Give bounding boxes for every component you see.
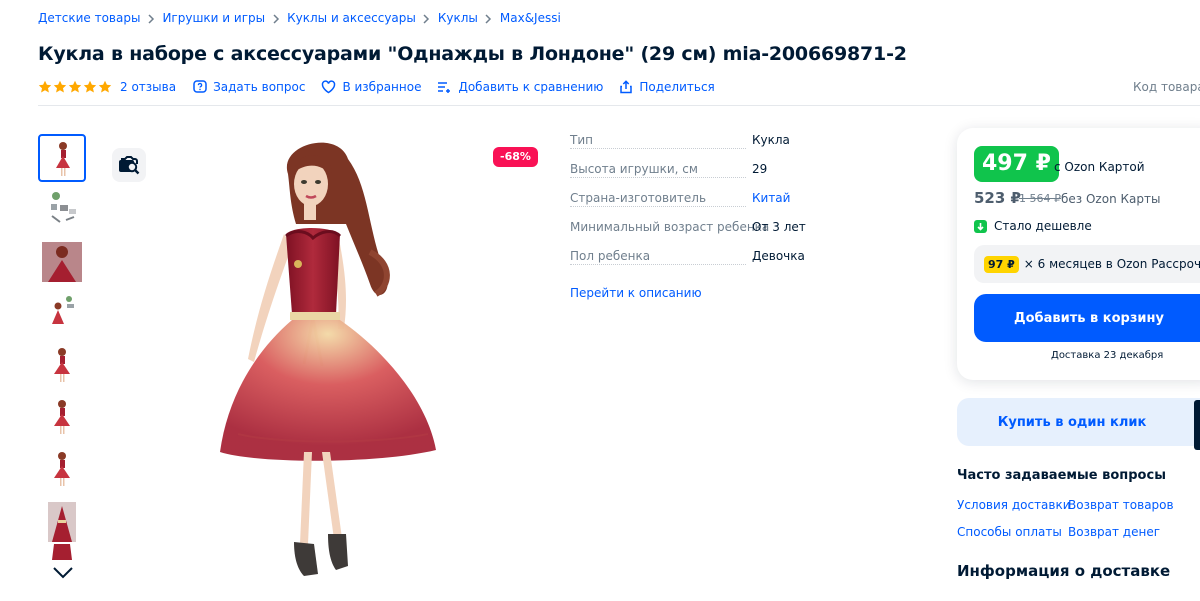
sku-label: Код товара: <box>1133 80 1200 94</box>
spec-name: Минимальный возраст ребенка <box>570 220 770 234</box>
favorite-button[interactable]: В избранное <box>321 80 421 94</box>
spec-name: Высота игрушки, см <box>570 162 698 176</box>
question-icon <box>193 80 207 93</box>
ozon-card-price: 497 ₽ <box>974 146 1059 182</box>
thumbnail-item[interactable] <box>38 186 86 234</box>
visual-search-button[interactable] <box>112 148 146 182</box>
star-icon <box>83 80 97 93</box>
price-drop-label: Стало дешевле <box>994 219 1092 233</box>
chevron-right-icon <box>416 12 438 25</box>
price-card: 497 ₽ с Ozon Картой 523 ₽ 1 564 ₽ без Oz… <box>957 128 1200 380</box>
ask-question-button[interactable]: Задать вопрос <box>193 80 305 94</box>
spec-value: Девочка <box>752 249 805 263</box>
scroll-edge-handle <box>1194 400 1200 450</box>
breadcrumb-item-dolls[interactable]: Куклы <box>438 11 478 25</box>
spec-dotted-leader <box>570 264 746 265</box>
spec-dotted-leader <box>570 148 746 149</box>
chevron-down-icon[interactable] <box>52 566 74 580</box>
doll-closeup-thumbnail-image <box>42 242 82 282</box>
faq-title: Часто задаваемые вопросы <box>957 468 1166 483</box>
arrow-down-icon <box>974 219 987 233</box>
thumbnail-item[interactable] <box>38 342 86 390</box>
doll-thumbnail-image <box>54 400 70 434</box>
spec-value: 29 <box>752 162 768 176</box>
old-price: 1 564 ₽ <box>1019 192 1061 205</box>
chevron-right-icon <box>265 12 287 25</box>
spec-name: Тип <box>570 133 593 147</box>
faq-link-delivery-terms[interactable]: Условия доставки <box>957 498 1071 512</box>
regular-price-note: без Ozon Карты <box>1061 192 1161 206</box>
heart-icon <box>322 80 336 94</box>
breadcrumb-item-dolls-accessories[interactable]: Куклы и аксессуары <box>287 11 416 25</box>
share-button[interactable]: Поделиться <box>619 80 715 94</box>
price-drop-note: Стало дешевле <box>974 219 1092 233</box>
star-icon <box>38 80 52 93</box>
spec-row: Страна-изготовитель Китай <box>570 191 790 207</box>
breadcrumb: Детские товары Игрушки и игры Куклы и ак… <box>38 10 561 26</box>
reviews-link[interactable]: 2 отзыва <box>120 80 176 94</box>
thumbnail-item[interactable] <box>38 498 86 546</box>
breadcrumb-item-children-goods[interactable]: Детские товары <box>38 11 140 25</box>
delivery-date: Доставка 23 декабря <box>1051 350 1164 361</box>
rating-stars[interactable] <box>38 80 112 94</box>
page-title: Кукла в наборе с аксессуарами "Однажды в… <box>38 43 907 65</box>
product-meta-row: 2 отзыва Задать вопрос В избранное Добав… <box>38 78 731 96</box>
go-to-description-link[interactable]: Перейти к описанию <box>570 286 702 300</box>
image-search-icon <box>119 156 140 175</box>
ask-question-label: Задать вопрос <box>213 80 306 94</box>
thumbnail-item[interactable] <box>38 238 86 286</box>
faq-link-refund[interactable]: Возврат денег <box>1068 525 1160 539</box>
product-main-image[interactable] <box>108 134 538 594</box>
spec-value: Кукла <box>752 133 790 147</box>
favorite-label: В избранное <box>342 80 422 94</box>
star-icon <box>98 80 112 93</box>
compare-button[interactable]: Добавить к сравнению <box>437 80 603 94</box>
dress-closeup-thumbnail-image <box>52 544 72 560</box>
installment-note: × 6 месяцев в Ozon Рассрочку <box>1023 257 1200 271</box>
header-divider <box>38 105 1200 106</box>
star-icon <box>68 80 82 93</box>
thumbnail-item[interactable] <box>38 290 86 338</box>
compare-label: Добавить к сравнению <box>458 80 604 94</box>
ozon-card-note: с Ozon Картой <box>1054 160 1145 174</box>
spec-name: Страна-изготовитель <box>570 191 707 205</box>
installment-offer[interactable]: 97 ₽ × 6 месяцев в Ozon Рассрочку <box>974 245 1200 283</box>
faq-link-payment-methods[interactable]: Способы оплаты <box>957 525 1062 539</box>
add-to-cart-button[interactable]: Добавить в корзину <box>974 294 1200 342</box>
doll-set-thumbnail-image <box>52 296 74 324</box>
installment-amount-badge: 97 ₽ <box>984 255 1019 273</box>
thumbnail-item[interactable] <box>38 446 86 494</box>
spec-dotted-leader <box>570 177 746 178</box>
accessories-thumbnail-image <box>51 192 76 223</box>
spec-row: Пол ребенка Девочка <box>570 249 805 265</box>
faq-link-returns[interactable]: Возврат товаров <box>1068 498 1174 512</box>
share-label: Поделиться <box>639 80 715 94</box>
breadcrumb-item-brand[interactable]: Max&Jessi <box>500 11 561 25</box>
spec-row: Тип Кукла <box>570 133 790 149</box>
delivery-info-title: Информация о доставке <box>957 562 1171 580</box>
spec-name: Пол ребенка <box>570 249 651 263</box>
thumbnail-item[interactable] <box>38 134 86 182</box>
thumbnail-item[interactable] <box>38 394 86 442</box>
spec-value-link[interactable]: Китай <box>752 191 790 205</box>
compare-icon <box>438 82 451 93</box>
chevron-right-icon <box>478 12 500 25</box>
buy-one-click-button[interactable]: Купить в один клик <box>957 398 1200 446</box>
chevron-right-icon <box>140 12 162 25</box>
star-icon <box>53 80 67 93</box>
thumbnail-item[interactable] <box>38 544 86 562</box>
dress-closeup-thumbnail-image <box>48 502 76 542</box>
doll-thumbnail-image <box>54 348 70 382</box>
discount-badge: -68% <box>493 147 538 167</box>
spec-value: От 3 лет <box>752 220 806 234</box>
share-icon <box>620 80 633 94</box>
doll-thumbnail-image <box>56 142 70 176</box>
spec-row: Минимальный возраст ребенка От 3 лет <box>570 220 806 236</box>
regular-price: 523 ₽ <box>974 189 1021 207</box>
doll-thumbnail-image <box>54 452 70 486</box>
spec-row: Высота игрушки, см 29 <box>570 162 767 178</box>
spec-dotted-leader <box>570 206 746 207</box>
breadcrumb-item-toys[interactable]: Игрушки и игры <box>162 11 265 25</box>
